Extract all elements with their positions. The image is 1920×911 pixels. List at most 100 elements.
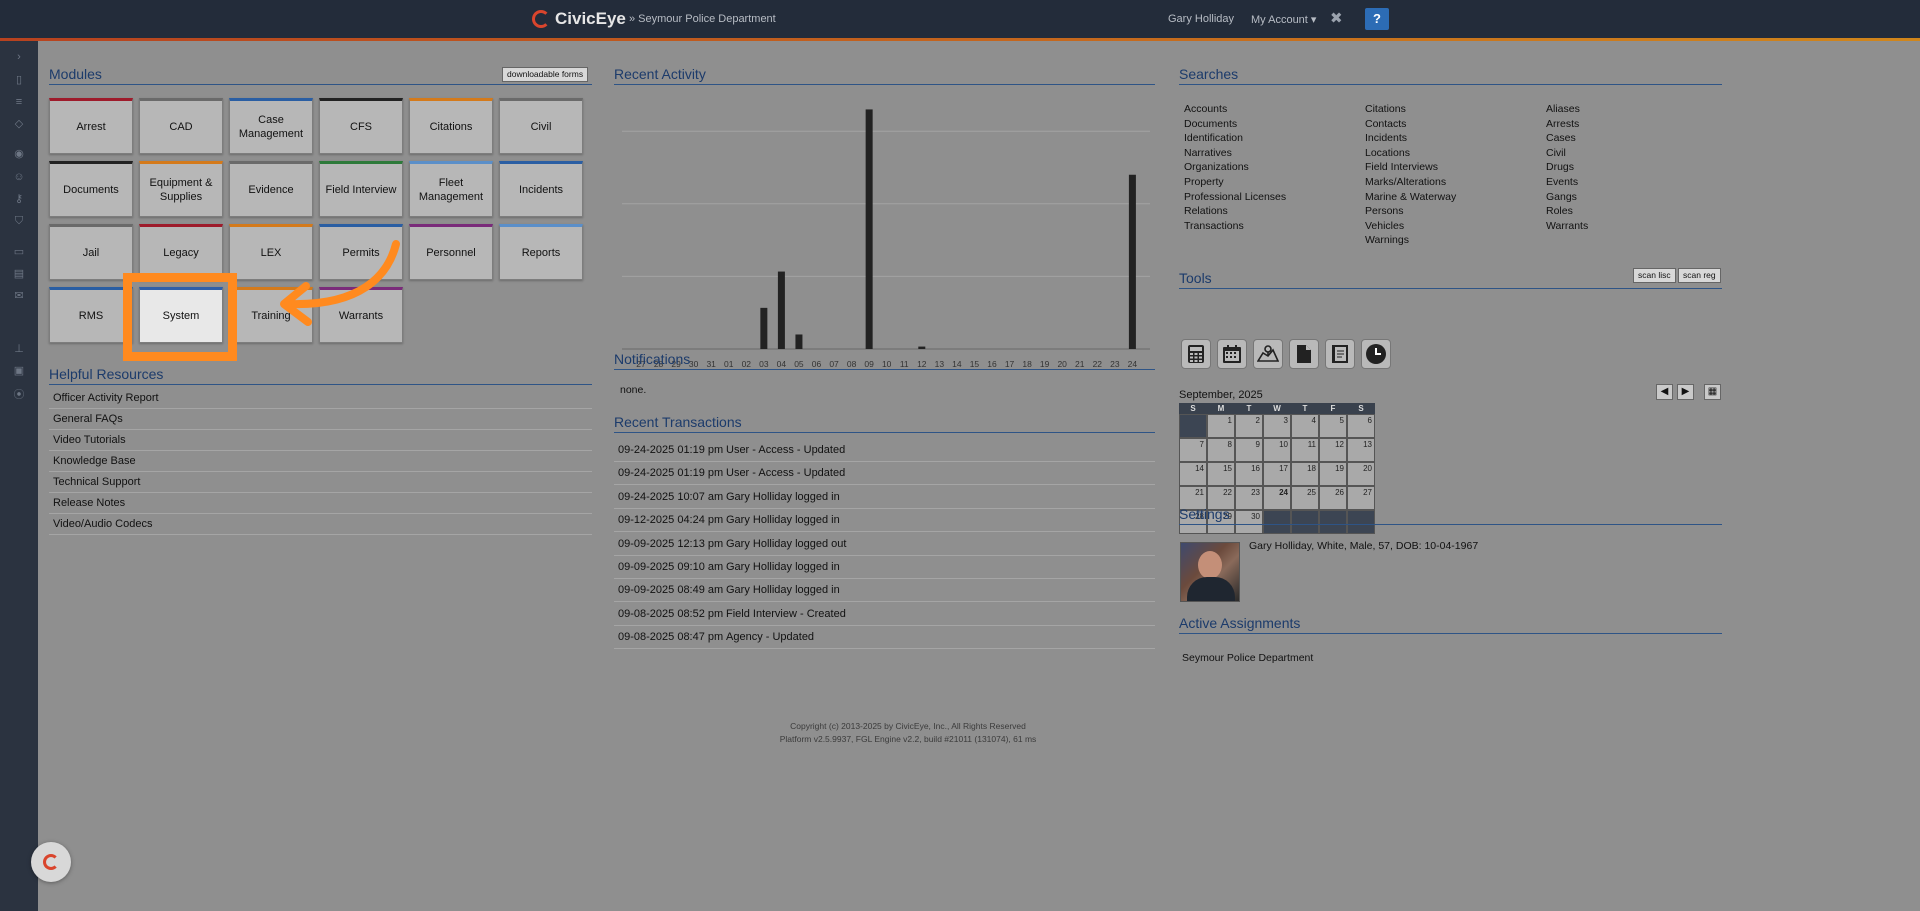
search-link-events[interactable]: Events <box>1546 176 1578 188</box>
downloadable-forms-button[interactable]: downloadable forms <box>502 67 589 82</box>
search-link-marks-alterations[interactable]: Marks/Alterations <box>1365 176 1446 188</box>
document-icon[interactable]: ▯ <box>12 74 26 86</box>
map-icon[interactable] <box>1253 339 1283 369</box>
table-row[interactable]: 09-24-2025 01:19 pm User - Access - Updat… <box>614 439 1155 462</box>
calendar-day[interactable]: 19 <box>1319 462 1347 486</box>
calendar-day[interactable]: 5 <box>1319 414 1347 438</box>
search-link-documents[interactable]: Documents <box>1184 118 1237 130</box>
module-tile-reports[interactable]: Reports <box>499 224 583 280</box>
table-row[interactable]: 09-09-2025 08:49 am Gary Holliday logged … <box>614 579 1155 603</box>
search-link-marine-waterway[interactable]: Marine & Waterway <box>1365 191 1456 203</box>
calendar-day[interactable]: 2 <box>1235 414 1263 438</box>
user-circle-icon[interactable]: ◉ <box>12 148 26 160</box>
table-row[interactable]: 09-12-2025 04:24 pm Gary Holliday logged … <box>614 509 1155 533</box>
profile-summary[interactable]: Gary Holliday, White, Male, 57, DOB: 10-… <box>1249 540 1478 552</box>
chevron-right-icon[interactable]: › <box>12 51 26 63</box>
search-link-drugs[interactable]: Drugs <box>1546 161 1574 173</box>
chart-bar-12[interactable] <box>918 346 926 349</box>
calendar-prev-button[interactable]: ◀ <box>1656 384 1673 400</box>
civiceye-logo[interactable]: CivicEye <box>532 8 626 30</box>
calendar-icon[interactable] <box>1217 339 1247 369</box>
user-name-link[interactable]: Gary Holliday <box>1168 13 1234 25</box>
chart-bar-05[interactable] <box>795 334 803 349</box>
civiceye-assistant-button[interactable] <box>31 842 71 882</box>
table-row[interactable]: 09-24-2025 01:19 pm User - Access - Updat… <box>614 462 1155 486</box>
module-tile-citations[interactable]: Citations <box>409 98 493 154</box>
chart-bar-03[interactable] <box>760 307 768 349</box>
calendar-day[interactable]: 1 <box>1207 414 1235 438</box>
search-link-persons[interactable]: Persons <box>1365 205 1404 217</box>
scan-reg-button[interactable]: scan reg <box>1678 268 1721 283</box>
calendar-day[interactable]: 12 <box>1319 438 1347 462</box>
my-account-menu[interactable]: My Account ▾ <box>1251 13 1316 26</box>
search-link-cases[interactable]: Cases <box>1546 132 1576 144</box>
calendar-day[interactable]: 20 <box>1347 462 1375 486</box>
module-tile-fleet-management[interactable]: Fleet Management <box>409 161 493 217</box>
shield-icon[interactable]: ⛉ <box>12 215 26 227</box>
search-link-warnings[interactable]: Warnings <box>1365 234 1409 246</box>
resource-link[interactable]: Release Notes <box>49 493 592 514</box>
location-pin-icon[interactable]: ⦿ <box>12 389 26 401</box>
inbox-icon[interactable]: ▭ <box>12 246 26 258</box>
assignment-item[interactable]: Seymour Police Department <box>1182 652 1313 664</box>
resource-link[interactable]: Knowledge Base <box>49 451 592 472</box>
search-link-roles[interactable]: Roles <box>1546 205 1573 217</box>
calendar-grid-icon[interactable]: ▦ <box>1704 384 1721 400</box>
search-link-warrants[interactable]: Warrants <box>1546 220 1588 232</box>
alert-icon[interactable]: ◇ <box>12 118 26 130</box>
calendar-day[interactable]: 11 <box>1291 438 1319 462</box>
notebook-icon[interactable] <box>1325 339 1355 369</box>
module-tile-evidence[interactable]: Evidence <box>229 161 313 217</box>
resource-link[interactable]: Video/Audio Codecs <box>49 514 592 535</box>
table-row[interactable]: 09-24-2025 10:07 am Gary Holliday logged … <box>614 486 1155 509</box>
module-tile-rms[interactable]: RMS <box>49 287 133 343</box>
user-gear-icon[interactable]: ☺ <box>12 171 26 183</box>
search-link-aliases[interactable]: Aliases <box>1546 103 1580 115</box>
close-icon[interactable]: ✖ <box>1330 9 1343 27</box>
avatar[interactable] <box>1180 542 1240 602</box>
search-link-contacts[interactable]: Contacts <box>1365 118 1406 130</box>
department-breadcrumb[interactable]: » Seymour Police Department <box>629 13 776 25</box>
id-card-icon[interactable]: ▤ <box>12 268 26 280</box>
calendar-day[interactable]: 17 <box>1263 462 1291 486</box>
search-link-locations[interactable]: Locations <box>1365 147 1410 159</box>
search-link-gangs[interactable]: Gangs <box>1546 191 1577 203</box>
calendar-day[interactable]: 13 <box>1347 438 1375 462</box>
chart-bar-09[interactable] <box>865 109 873 349</box>
document-icon[interactable] <box>1289 339 1319 369</box>
resource-link[interactable]: General FAQs <box>49 409 592 430</box>
resource-link[interactable]: Technical Support <box>49 472 592 493</box>
table-row[interactable]: 09-08-2025 08:47 pm Agency - Updated <box>614 626 1155 650</box>
key-icon[interactable]: ⚷ <box>12 193 26 205</box>
calendar-day[interactable]: 15 <box>1207 462 1235 486</box>
resource-link[interactable]: Video Tutorials <box>49 430 592 451</box>
module-tile-legacy[interactable]: Legacy <box>139 224 223 280</box>
table-row[interactable]: 09-09-2025 12:13 pm Gary Holliday logged … <box>614 533 1155 556</box>
module-tile-personnel[interactable]: Personnel <box>409 224 493 280</box>
table-row[interactable]: 09-08-2025 08:52 pm Field Interview - Cre… <box>614 603 1155 626</box>
module-tile-cfs[interactable]: CFS <box>319 98 403 154</box>
calendar-day[interactable]: 4 <box>1291 414 1319 438</box>
search-link-transactions[interactable]: Transactions <box>1184 220 1244 232</box>
list-icon[interactable]: ≡ <box>12 96 26 108</box>
module-tile-case-management[interactable]: Case Management <box>229 98 313 154</box>
search-link-arrests[interactable]: Arrests <box>1546 118 1579 130</box>
table-row[interactable]: 09-09-2025 09:10 am Gary Holliday logged … <box>614 556 1155 579</box>
calendar-day[interactable]: 10 <box>1263 438 1291 462</box>
chart-bar-04[interactable] <box>777 271 785 349</box>
calendar-day[interactable]: 14 <box>1179 462 1207 486</box>
search-link-field-interviews[interactable]: Field Interviews <box>1365 161 1438 173</box>
vehicle-icon[interactable]: ▣ <box>12 365 26 377</box>
module-tile-equipment-supplies[interactable]: Equipment & Supplies <box>139 161 223 217</box>
search-link-professional-licenses[interactable]: Professional Licenses <box>1184 191 1286 203</box>
module-tile-field-interview[interactable]: Field Interview <box>319 161 403 217</box>
scan-lisc-button[interactable]: scan lisc <box>1633 268 1676 283</box>
calendar-day[interactable]: 16 <box>1235 462 1263 486</box>
module-tile-civil[interactable]: Civil <box>499 98 583 154</box>
search-link-property[interactable]: Property <box>1184 176 1224 188</box>
search-link-civil[interactable]: Civil <box>1546 147 1566 159</box>
calendar-day[interactable]: 8 <box>1207 438 1235 462</box>
module-tile-arrest[interactable]: Arrest <box>49 98 133 154</box>
resource-link[interactable]: Officer Activity Report <box>49 388 592 409</box>
search-link-organizations[interactable]: Organizations <box>1184 161 1249 173</box>
